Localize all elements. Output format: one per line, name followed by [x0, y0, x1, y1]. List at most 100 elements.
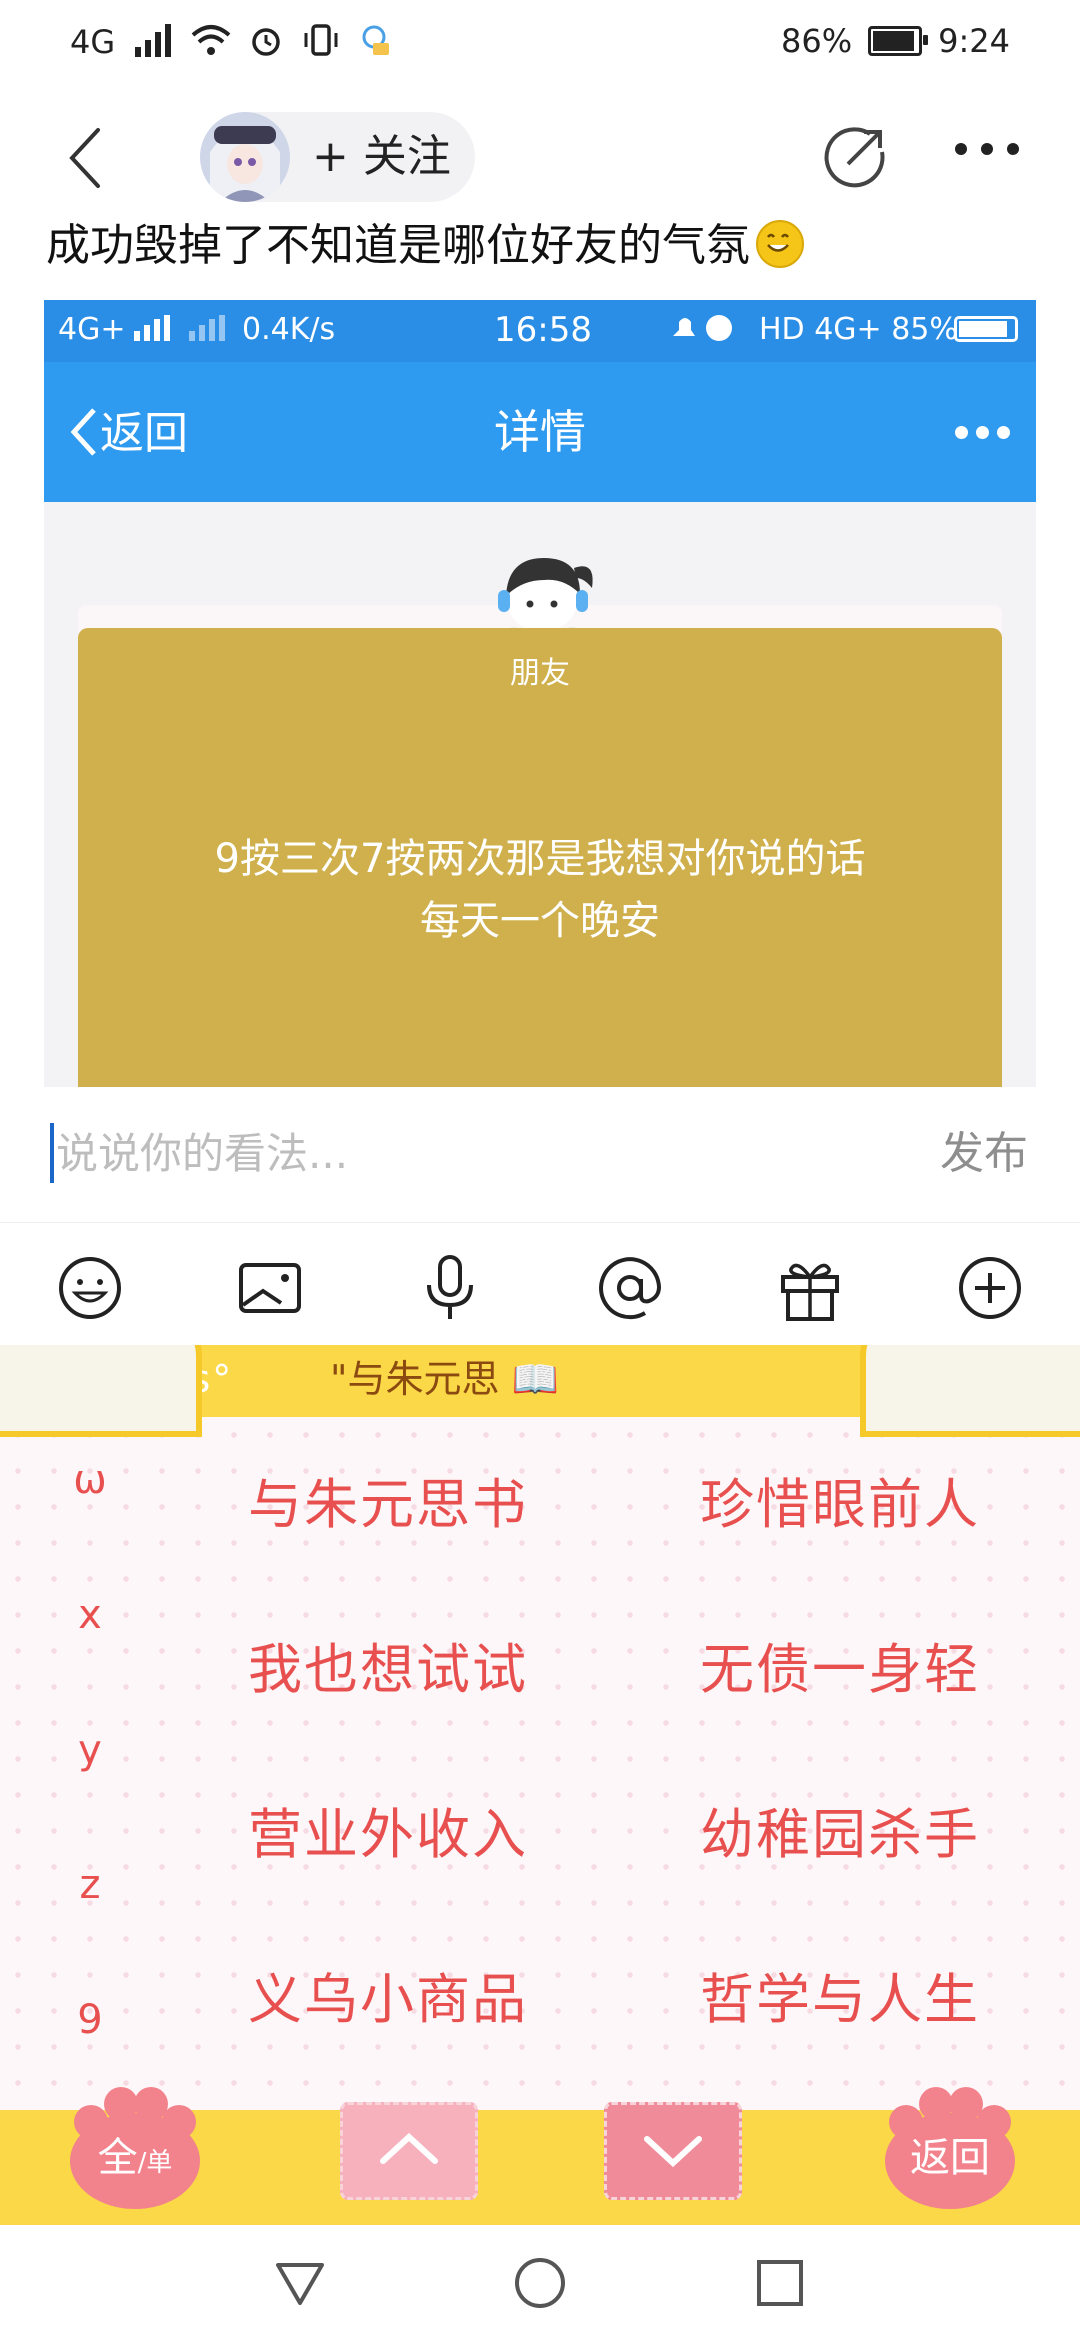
emoji-icon: [59, 1257, 121, 1319]
at-sign-icon: [599, 1257, 662, 1320]
wifi-icon: [191, 23, 231, 61]
voice-button[interactable]: [415, 1253, 485, 1323]
share-button[interactable]: [820, 122, 890, 192]
full-single-label: 全/单: [70, 2131, 200, 2190]
embedded-card-line2: 每天一个晚安: [420, 898, 660, 944]
page-up-button[interactable]: [340, 2102, 478, 2200]
back-button[interactable]: [50, 118, 130, 198]
book-icon: 📖: [511, 1357, 559, 1401]
full-single-toggle-button[interactable]: 全/单: [70, 2087, 200, 2209]
more-dots-icon: [955, 143, 967, 155]
candidate-word[interactable]: 无债一身轻: [700, 1635, 980, 1705]
embedded-card: 朋友 9按三次7按两次那是我想对你说的话 每天一个晚安: [78, 628, 1002, 1087]
post-header: + 关注: [0, 100, 1080, 220]
nav-back-button[interactable]: [270, 2253, 330, 2313]
candidate-word[interactable]: 珍惜眼前人: [700, 1470, 980, 1540]
embedded-mute-icon: [669, 310, 739, 354]
mention-button[interactable]: [595, 1253, 665, 1323]
image-button[interactable]: [235, 1253, 305, 1323]
embedded-nav-bar: 返回 详情: [44, 362, 1036, 502]
embedded-status-bar: 4G+ 0.4K/s 16:58 HD 4G+ 85%: [44, 300, 1036, 362]
candidate-word[interactable]: 义乌小商品: [248, 1965, 528, 2035]
embedded-card-line1: 9按三次7按两次那是我想对你说的话: [214, 836, 866, 882]
comment-bar: 说说你的看法... 发布: [0, 1090, 1080, 1220]
smile-emoji-icon: [756, 220, 804, 268]
gift-icon: [781, 1263, 839, 1321]
clock: 9:24: [938, 22, 1010, 60]
battery-percent: 86%: [781, 22, 853, 60]
signal-bars-icon: [133, 23, 173, 61]
embedded-title: 详情: [494, 405, 586, 459]
keyboard: y'z'y's's° "与朱元思 📖 ω x y z 9 与朱元思书 我也想试试…: [0, 1345, 1080, 2225]
triangle-back-icon: [276, 2263, 324, 2305]
status-bar: 4G 86% 9:24: [0, 0, 1080, 90]
single-label: 单: [146, 2148, 173, 2178]
status-left: 4G: [70, 22, 393, 62]
letter-key[interactable]: ω: [70, 1457, 110, 1503]
alarm-icon: [249, 23, 283, 61]
status-right: 86% 9:24: [781, 22, 1010, 60]
chevron-up-icon: [380, 2132, 438, 2164]
candidate-word[interactable]: 哲学与人生: [700, 1965, 980, 2035]
share-icon: [824, 127, 885, 188]
publish-button[interactable]: 发布: [940, 1126, 1028, 1182]
letter-key[interactable]: z: [70, 1862, 110, 1908]
vibrate-icon: [301, 23, 341, 61]
plus-circle-icon: [959, 1257, 1021, 1319]
system-nav-bar: [0, 2225, 1080, 2340]
candidate-word[interactable]: 幼稚园杀手: [700, 1800, 980, 1870]
nav-home-button[interactable]: [510, 2253, 570, 2313]
composing-text-value: "与朱元思: [330, 1357, 500, 1401]
embedded-battery-text: HD 4G+ 85%: [759, 312, 958, 347]
follow-label: + 关注: [312, 131, 451, 182]
candidate-word[interactable]: 与朱元思书: [248, 1470, 528, 1540]
embedded-card-text: 9按三次7按两次那是我想对你说的话 每天一个晚安: [78, 828, 1002, 952]
embedded-card-name: 朋友: [510, 656, 570, 691]
image-icon: [239, 1263, 301, 1313]
chevron-left-icon: [69, 128, 100, 188]
post-text: 成功毁掉了不知道是哪位好友的气氛: [46, 218, 804, 274]
return-label: 返回: [910, 2135, 990, 2181]
comment-input[interactable]: 说说你的看法...: [56, 1126, 348, 1182]
app-notification-icon: [359, 23, 393, 61]
circle-home-icon: [515, 2258, 565, 2308]
network-signal-icon: 4G: [70, 23, 116, 61]
return-button[interactable]: 返回: [885, 2087, 1015, 2209]
nav-recents-button[interactable]: [750, 2253, 810, 2313]
keyboard-decoration-right: [860, 1345, 1080, 1437]
paw-toe: [919, 2087, 953, 2121]
embedded-more-icon: [947, 424, 1010, 443]
full-label: 全: [97, 2135, 138, 2181]
avatar[interactable]: [200, 112, 290, 202]
more-options-button[interactable]: [955, 1253, 1025, 1323]
paw-toe: [104, 2087, 138, 2121]
composing-text: "与朱元思 📖: [330, 1353, 559, 1405]
microphone-icon: [427, 1255, 473, 1319]
chevron-down-icon: [644, 2136, 702, 2168]
square-recents-icon: [757, 2260, 803, 2306]
embedded-network: 4G+: [58, 312, 126, 347]
embedded-time: 16:58: [494, 310, 592, 350]
keyboard-decoration-left: [0, 1345, 202, 1437]
embedded-battery-icon: [954, 316, 1018, 342]
letter-key[interactable]: 9: [70, 1997, 110, 2043]
more-button[interactable]: [955, 140, 1035, 170]
more-dot: [1007, 143, 1019, 155]
letter-key[interactable]: y: [70, 1727, 110, 1773]
embedded-speed: 0.4K/s: [242, 312, 336, 347]
text-caret: [50, 1123, 54, 1183]
embedded-signal2-icon: [189, 314, 225, 349]
gift-button[interactable]: [775, 1253, 845, 1323]
follow-button[interactable]: + 关注: [200, 112, 475, 202]
comment-toolbar: [0, 1222, 1080, 1353]
post-image[interactable]: 4G+ 0.4K/s 16:58 HD 4G+ 85% 返回 详情 朋友 9按三…: [44, 300, 1036, 1087]
candidate-word[interactable]: 我也想试试: [248, 1635, 528, 1705]
more-dot: [981, 143, 993, 155]
battery-icon: [868, 26, 929, 56]
post-text-content: 成功毁掉了不知道是哪位好友的气氛: [46, 220, 750, 271]
emoji-button[interactable]: [55, 1253, 125, 1323]
candidate-word[interactable]: 营业外收入: [248, 1800, 528, 1870]
embedded-signal-icon: [134, 314, 170, 349]
page-down-button[interactable]: [604, 2102, 742, 2200]
letter-key[interactable]: x: [70, 1592, 110, 1638]
